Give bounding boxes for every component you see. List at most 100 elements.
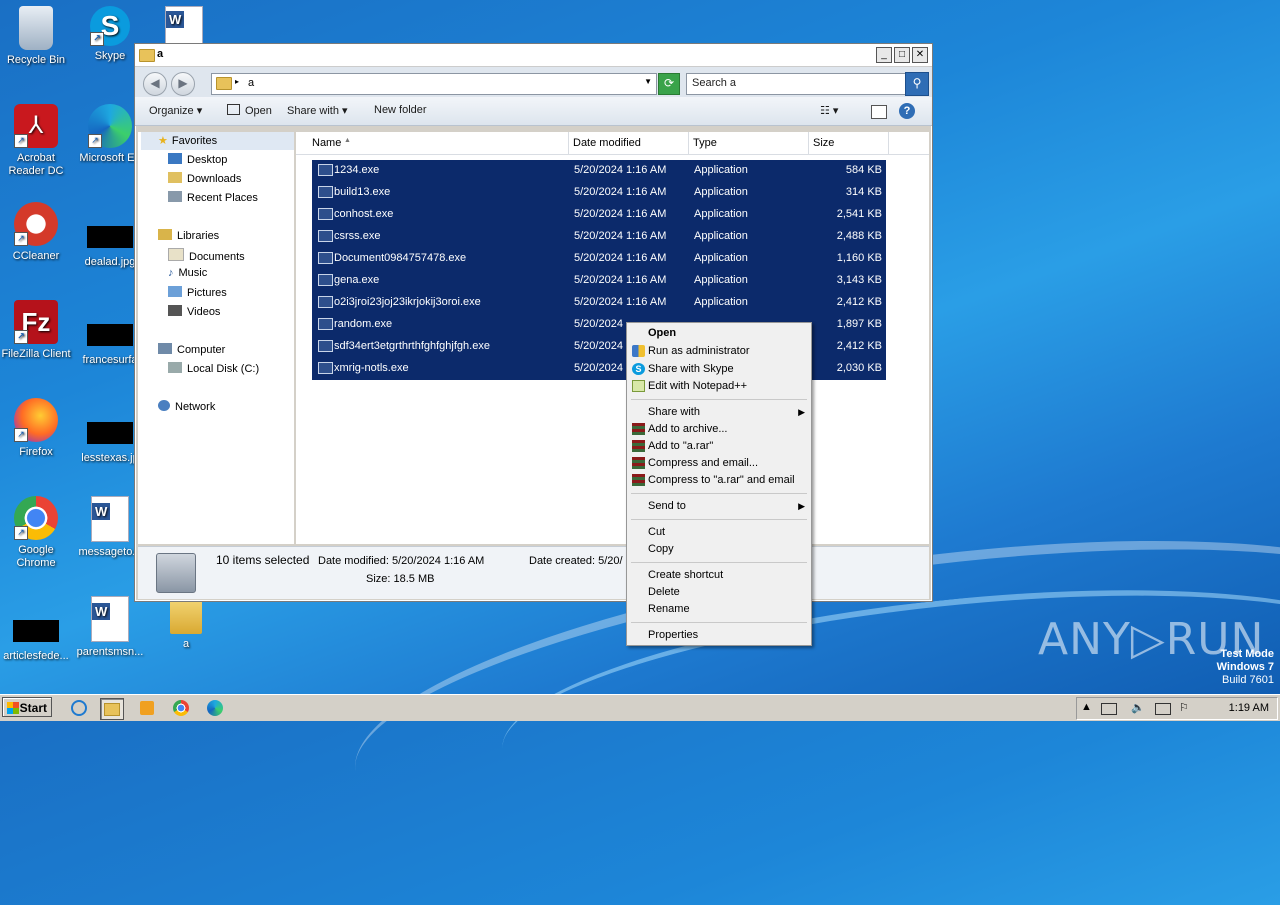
menu-send-to[interactable]: Send to xyxy=(648,500,686,512)
file-size: 584 KB xyxy=(845,164,882,176)
help-icon[interactable]: ? xyxy=(899,103,915,119)
breadcrumb[interactable]: a xyxy=(248,77,254,89)
nav-videos[interactable]: Videos xyxy=(168,305,220,318)
nav-documents[interactable]: Documents xyxy=(168,248,245,263)
explorer-taskbar-icon[interactable] xyxy=(100,698,124,720)
file-name: xmrig-notls.exe xyxy=(334,362,409,374)
nav-computer[interactable]: Computer xyxy=(158,343,225,356)
nav-music[interactable]: ♪ Music xyxy=(168,267,207,279)
back-button[interactable]: ◀ xyxy=(143,72,167,96)
recent-places-icon xyxy=(168,191,182,202)
command-bar: Organize ▾ Open Share with ▾ New folder … xyxy=(135,97,932,126)
start-button[interactable]: Start xyxy=(2,697,52,717)
close-button[interactable]: ✕ xyxy=(912,47,928,63)
breadcrumb-arrow-icon[interactable]: ▸ xyxy=(235,77,239,86)
nav-recent-places[interactable]: Recent Places xyxy=(168,191,258,204)
menu-rename[interactable]: Rename xyxy=(648,603,690,615)
computer-icon xyxy=(158,343,172,354)
search-input[interactable]: Search a xyxy=(686,73,906,95)
search-icon[interactable]: ⚲ xyxy=(905,72,929,96)
clock[interactable]: 1:19 AM xyxy=(1229,702,1269,714)
desktop-icon-parentsmsn[interactable]: W parentsmsn... xyxy=(74,596,146,659)
nav-network[interactable]: Network xyxy=(158,400,215,413)
desktop-icon-acrobat[interactable]: ⅄ ↗ Acrobat Reader DC xyxy=(0,104,72,178)
desktop-icon-chrome[interactable]: ↗ Google Chrome xyxy=(0,496,72,570)
menu-run-as-administrator[interactable]: Run as administrator xyxy=(648,345,750,357)
network-icon xyxy=(158,400,170,411)
nav-favorites[interactable]: ★ Favorites xyxy=(158,134,217,147)
file-row[interactable]: Document0984757478.exe 5/20/2024 1:16 AM A… xyxy=(312,248,886,270)
menu-add-to-rar[interactable]: Add to "a.rar" xyxy=(648,440,713,452)
file-row[interactable]: o2i3jroi23joj23ikrjokij3oroi.exe 5/20/202… xyxy=(312,292,886,314)
menu-edit-notepad[interactable]: Edit with Notepad++ xyxy=(648,380,747,392)
chevron-down-icon[interactable]: ▼ xyxy=(644,77,652,86)
file-name: gena.exe xyxy=(334,274,380,286)
file-type: Application xyxy=(694,296,748,308)
file-row[interactable]: build13.exe 5/20/2024 1:16 AM Application 3… xyxy=(312,182,886,204)
desktop-icon xyxy=(168,153,182,164)
file-row[interactable]: gena.exe 5/20/2024 1:16 AM Application 3,14… xyxy=(312,270,886,292)
menu-create-shortcut[interactable]: Create shortcut xyxy=(648,569,723,581)
menu-properties[interactable]: Properties xyxy=(648,629,698,641)
column-type[interactable]: Type xyxy=(693,137,717,149)
column-name[interactable]: Name xyxy=(312,137,341,149)
desktop-icon-firefox[interactable]: ↗ Firefox xyxy=(0,398,72,459)
menu-compress-and-email[interactable]: Compress and email... xyxy=(648,457,758,469)
file-row[interactable]: csrss.exe 5/20/2024 1:16 AM Application 2,4… xyxy=(312,226,886,248)
desktop-icon-recycle-bin[interactable]: Recycle Bin xyxy=(0,6,72,67)
desktop-icon-folder-a[interactable]: a xyxy=(150,596,222,651)
speaker-icon[interactable]: 🔈 xyxy=(1131,701,1145,714)
forward-button[interactable]: ▶ xyxy=(171,72,195,96)
edge-taskbar-icon[interactable] xyxy=(204,698,226,718)
refresh-button[interactable]: ⟳ xyxy=(658,73,680,95)
menu-add-to-archive[interactable]: Add to archive... xyxy=(648,423,728,435)
winrar-icon xyxy=(632,474,645,486)
menu-compress-to-rar-and-email[interactable]: Compress to "a.rar" and email xyxy=(648,474,795,486)
share-with-button[interactable]: Share with ▾ xyxy=(287,104,348,117)
open-button[interactable]: Open xyxy=(227,104,272,117)
file-row[interactable]: 1234.exe 5/20/2024 1:16 AM Application 584 … xyxy=(312,160,886,182)
desktop-icon-filezilla[interactable]: Fz ↗ FileZilla Client xyxy=(0,300,72,361)
action-center-icon[interactable] xyxy=(1101,703,1117,715)
folder-icon xyxy=(216,77,232,90)
nav-local-disk[interactable]: Local Disk (C:) xyxy=(168,362,259,375)
preview-pane-icon[interactable] xyxy=(871,105,887,119)
file-type: Application xyxy=(694,208,748,220)
application-icon xyxy=(318,296,333,308)
column-size[interactable]: Size xyxy=(813,137,834,149)
column-date-modified[interactable]: Date modified xyxy=(573,137,641,149)
desktop-icon-articlesfede[interactable]: articlesfede... xyxy=(0,606,72,663)
title-bar[interactable]: a _ □ ✕ xyxy=(135,44,932,67)
nav-desktop[interactable]: Desktop xyxy=(168,153,227,166)
file-type: Application xyxy=(694,164,748,176)
organize-button[interactable]: Organize ▾ xyxy=(149,104,202,117)
menu-open[interactable]: Open xyxy=(648,327,676,339)
show-hidden-icons[interactable]: ▲ xyxy=(1081,701,1092,713)
multiple-files-icon xyxy=(156,553,196,593)
network-tray-icon[interactable] xyxy=(1155,703,1171,715)
menu-share-with[interactable]: Share with xyxy=(648,406,700,418)
menu-share-with-skype[interactable]: Share with Skype xyxy=(648,363,734,375)
flag-icon[interactable]: ⚐ xyxy=(1179,701,1189,714)
menu-copy[interactable]: Copy xyxy=(648,543,674,555)
chrome-taskbar-icon[interactable] xyxy=(170,698,192,718)
new-folder-button[interactable]: New folder xyxy=(374,104,427,116)
menu-cut[interactable]: Cut xyxy=(648,526,665,538)
nav-libraries[interactable]: Libraries xyxy=(158,229,219,242)
desktop-icon-ccleaner[interactable]: ↗ CCleaner xyxy=(0,202,72,263)
file-name: o2i3jroi23joj23ikrjokij3oroi.exe xyxy=(334,296,481,308)
media-player-icon[interactable] xyxy=(136,698,158,718)
application-icon xyxy=(318,164,333,176)
minimize-button[interactable]: _ xyxy=(876,47,892,63)
address-field[interactable]: ▸ a ▼ xyxy=(211,73,657,95)
internet-explorer-icon[interactable] xyxy=(68,698,90,718)
maximize-button[interactable]: □ xyxy=(894,47,910,63)
menu-delete[interactable]: Delete xyxy=(648,586,680,598)
nav-pictures[interactable]: Pictures xyxy=(168,286,227,299)
view-options-icon[interactable]: ☷ ▾ xyxy=(820,104,838,117)
file-name: csrss.exe xyxy=(334,230,381,242)
acrobat-icon: ⅄ ↗ xyxy=(14,104,58,148)
folder-icon xyxy=(139,49,155,62)
nav-downloads[interactable]: Downloads xyxy=(168,172,241,185)
file-row[interactable]: conhost.exe 5/20/2024 1:16 AM Application 2… xyxy=(312,204,886,226)
